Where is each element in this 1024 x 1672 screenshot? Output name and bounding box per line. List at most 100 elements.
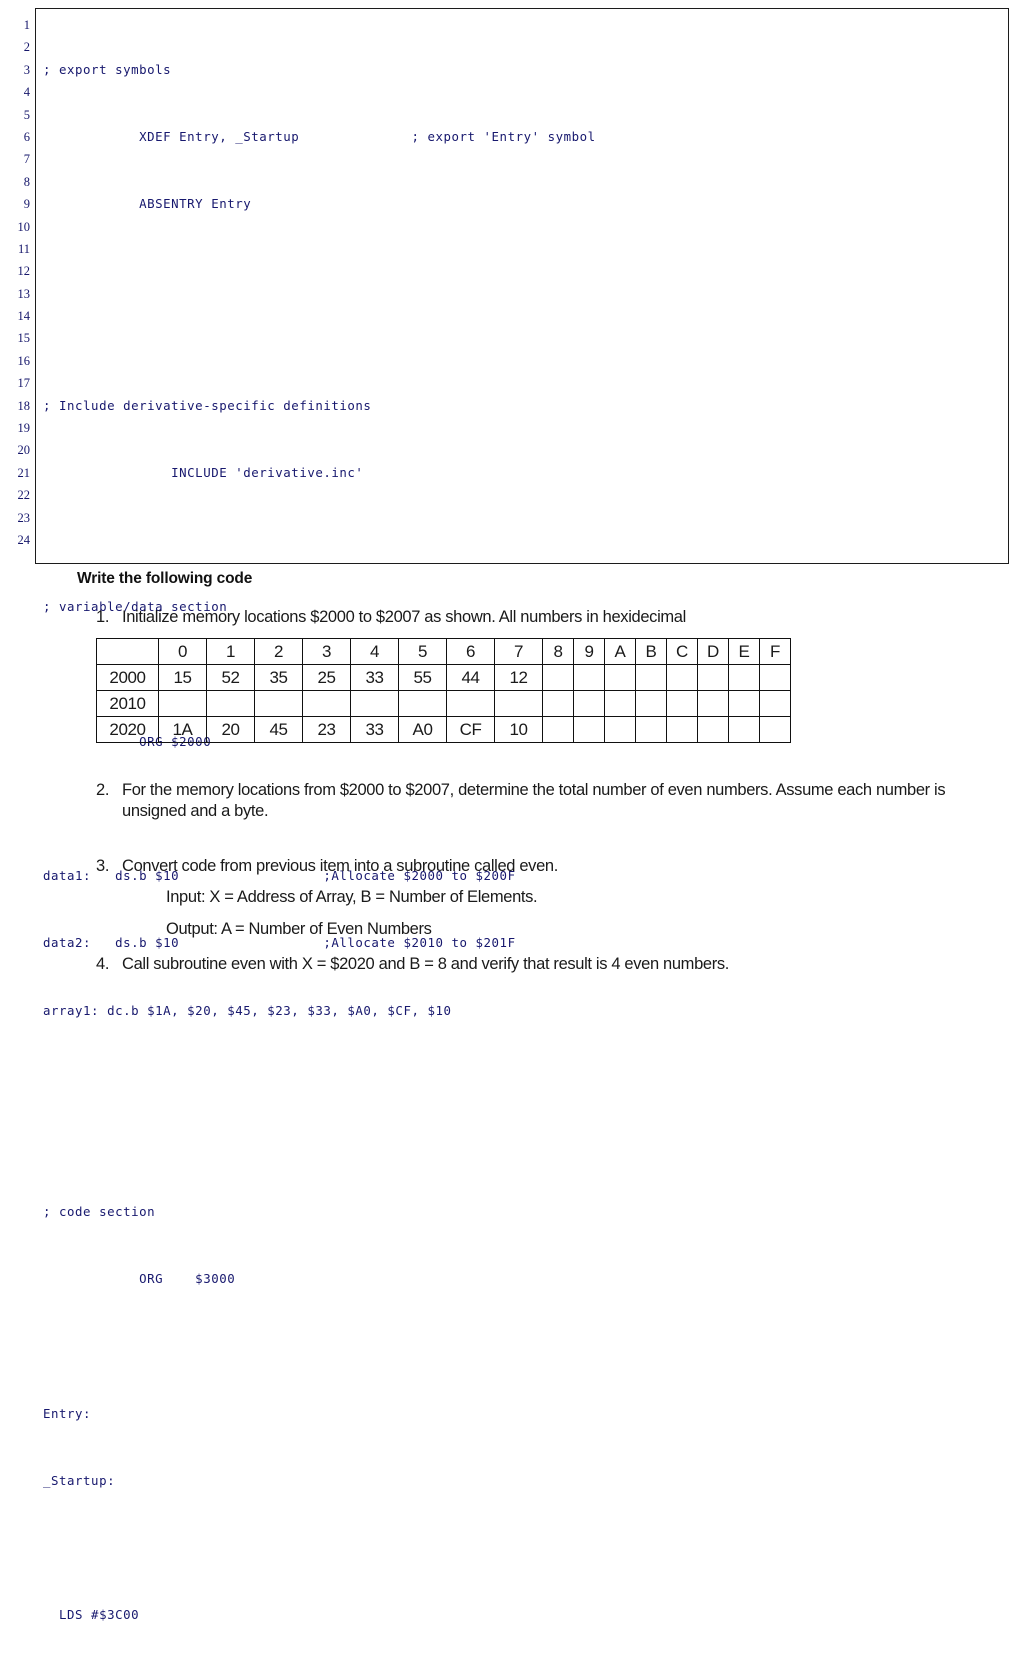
section-heading: Write the following code: [77, 570, 253, 587]
line-number: 8: [23, 174, 30, 189]
memory-cell: [494, 690, 543, 717]
memory-cell: 15: [158, 664, 207, 691]
memory-cell: 25: [302, 664, 351, 691]
line-number: 6: [23, 129, 30, 144]
memory-cell: 20: [206, 716, 255, 743]
column-header: 9: [573, 638, 605, 665]
line-number: 4: [23, 85, 30, 100]
list-item-number: 1.: [96, 608, 110, 626]
list-item: 4. Call subroutine even with X = $2020 a…: [96, 954, 996, 975]
memory-cell: [573, 664, 605, 691]
memory-cell: A0: [398, 716, 447, 743]
column-header: 0: [158, 638, 207, 665]
memory-cell: [542, 664, 574, 691]
memory-cell: [728, 664, 760, 691]
memory-cell: [666, 716, 698, 743]
code-line: ; code section: [43, 1204, 156, 1220]
code-line-number-gutter: 1 2 3 4 5 6 7 8 9 10 11 12 13 14 15 16 1…: [0, 14, 31, 551]
memory-cell: 23: [302, 716, 351, 743]
column-header: D: [697, 638, 729, 665]
line-number: 3: [23, 62, 30, 77]
table-header-row: 0 1 2 3 4 5 6 7 8 9 A B C D E F: [96, 638, 791, 665]
line-number: 18: [17, 398, 31, 413]
memory-cell: [635, 690, 667, 717]
memory-cell: 10: [494, 716, 543, 743]
memory-cell: [604, 690, 636, 717]
memory-cell: [573, 690, 605, 717]
row-address: 2000: [96, 664, 159, 691]
code-line: INCLUDE 'derivative.inc': [43, 465, 364, 481]
memory-cell: [697, 690, 729, 717]
line-number: 7: [23, 152, 30, 167]
column-header: 8: [542, 638, 574, 665]
memory-cell: [446, 690, 495, 717]
line-number: 11: [17, 241, 30, 256]
memory-cell: 35: [254, 664, 303, 691]
column-header: A: [604, 638, 636, 665]
memory-cell: [302, 690, 351, 717]
memory-cell: [542, 716, 574, 743]
list-item-number: 2.: [96, 781, 110, 799]
memory-cell: [728, 690, 760, 717]
memory-cell: 52: [206, 664, 255, 691]
column-header: 1: [206, 638, 255, 665]
list-item-text: Convert code from previous item into a s…: [122, 857, 558, 875]
memory-cell: 33: [350, 664, 399, 691]
line-number: 15: [17, 331, 31, 346]
code-line: LDS #$3C00: [43, 1607, 140, 1623]
memory-cell: [728, 716, 760, 743]
table-row: 2020 1A 20 45 23 33 A0 CF 10: [96, 716, 791, 743]
line-number: 23: [17, 510, 31, 525]
code-line: Entry:: [43, 1405, 92, 1421]
code-line: ORG $3000: [43, 1271, 236, 1287]
line-number: 9: [23, 197, 30, 212]
column-header: E: [728, 638, 760, 665]
memory-map-table: 0 1 2 3 4 5 6 7 8 9 A B C D E F 2000 15 …: [96, 638, 791, 743]
line-number: 10: [17, 219, 31, 234]
memory-cell: 55: [398, 664, 447, 691]
list-item-number: 4.: [96, 955, 110, 973]
list-item: 1. Initialize memory locations $2000 to …: [96, 607, 996, 628]
code-line: array1: dc.b $1A, $20, $45, $23, $33, $A…: [43, 1002, 452, 1018]
line-number: 5: [23, 107, 30, 122]
line-number: 16: [17, 353, 31, 368]
memory-cell: 45: [254, 716, 303, 743]
column-header: B: [635, 638, 667, 665]
list-item-text: For the memory locations from $2000 to $…: [122, 781, 946, 820]
column-header: 7: [494, 638, 543, 665]
table-row: 2010: [96, 690, 791, 717]
column-header: 4: [350, 638, 399, 665]
memory-cell: [635, 664, 667, 691]
code-line: _Startup:: [43, 1473, 116, 1489]
line-number: 14: [17, 309, 31, 324]
memory-cell: [666, 690, 698, 717]
memory-cell: [697, 664, 729, 691]
list-item-number: 3.: [96, 857, 110, 875]
table-corner-cell: [96, 638, 159, 665]
line-number: 17: [17, 376, 31, 391]
list-item: 3. Convert code from previous item into …: [96, 856, 996, 877]
memory-cell: [573, 716, 605, 743]
subroutine-output-line: Output: A = Number of Even Numbers: [166, 920, 432, 938]
code-line: ; Include derivative-specific definition…: [43, 397, 372, 413]
line-number: 12: [17, 264, 31, 279]
memory-cell: [759, 716, 791, 743]
table-row: 2000 15 52 35 25 33 55 44 12: [96, 664, 791, 691]
column-header: 6: [446, 638, 495, 665]
memory-cell: 1A: [158, 716, 207, 743]
memory-cell: [697, 716, 729, 743]
column-header: 2: [254, 638, 303, 665]
line-number: 1: [23, 18, 30, 32]
memory-cell: [254, 690, 303, 717]
code-listing: 1 2 3 4 5 6 7 8 9 10 11 12 13 14 15 16 1…: [0, 6, 1012, 1622]
memory-cell: CF: [446, 716, 495, 743]
line-number: 2: [23, 40, 30, 55]
row-address: 2020: [96, 716, 159, 743]
